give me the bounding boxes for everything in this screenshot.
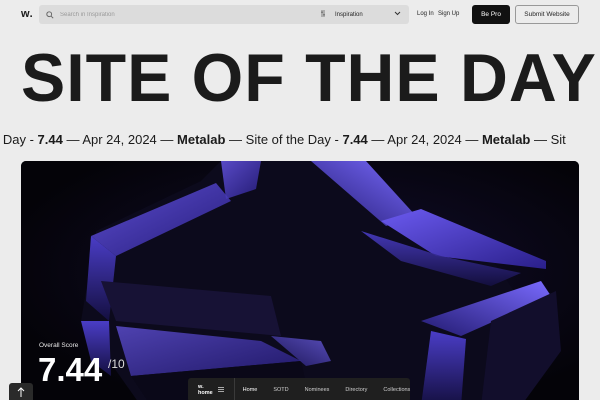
category-select[interactable]: Inspiration [335,11,401,18]
search-bar[interactable]: Inspiration [39,5,409,24]
score-value: 7.44 [38,351,103,388]
search-input[interactable] [60,11,300,18]
ticker-segment: 7.44 [37,132,63,147]
score-max: /10 [108,357,125,371]
ticker-segment: — Site of the Day - [225,132,343,147]
bottom-nav: w. home Home SOTD Nominees Directory Col… [188,378,410,400]
category-select-value: Inspiration [335,11,363,18]
arrow-up-icon [17,384,25,400]
award-ticker: e Day - 7.44 — Apr 24, 2024 — Metalab — … [0,131,600,149]
ticker-segment: — Apr 24, 2024 — [367,132,482,147]
nav-item-home[interactable]: Home [235,378,266,400]
submit-website-button[interactable]: Submit Website [515,5,579,24]
ticker-segment: Metalab [177,132,226,147]
be-pro-button[interactable]: Be Pro [472,5,510,24]
signup-link[interactable]: Sign Up [438,11,459,17]
ticker-segment: — Apr 24, 2024 — [62,132,178,147]
ticker-segment: Metalab [481,132,531,147]
score-label: Overall Score [39,342,79,349]
search-icon [46,10,56,20]
featured-site-image[interactable] [21,161,579,400]
chevron-down-icon [394,11,401,18]
featured-artwork [21,161,579,400]
scroll-top-button[interactable] [9,383,33,400]
home-menu-label: w. home [198,384,213,396]
ticker-track: e Day - 7.44 — Apr 24, 2024 — Metalab — … [0,131,566,149]
top-header: w. Inspiration Log In Sign Up Be Pro Sub… [0,0,600,30]
login-link[interactable]: Log In [417,11,434,17]
site-logo[interactable]: w. [21,8,33,20]
nav-item-collections[interactable]: Collections [375,378,418,400]
nav-item-sotd[interactable]: SOTD [265,378,296,400]
ticker-segment: — Sit [530,132,566,147]
ticker-segment: 7.44 [342,132,368,147]
nav-item-nominees[interactable]: Nominees [297,378,338,400]
menu-icon [217,386,224,394]
home-menu-button[interactable]: w. home [188,378,235,400]
filter-icon[interactable] [320,10,330,19]
nav-item-directory[interactable]: Directory [337,378,375,400]
page-title: SITE OF THE DAY [21,40,597,116]
ticker-segment: e Day - [0,132,34,147]
